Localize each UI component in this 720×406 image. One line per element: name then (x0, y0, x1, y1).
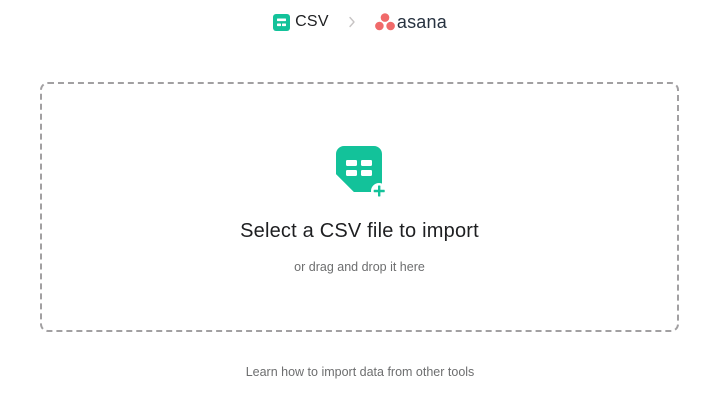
asana-target: asana (374, 11, 447, 33)
csv-dropzone[interactable]: Select a CSV file to import or drag and … (40, 82, 679, 332)
learn-import-link[interactable]: Learn how to import data from other tool… (0, 365, 720, 379)
csv-source: CSV (273, 13, 329, 31)
csv-label: CSV (295, 13, 329, 30)
dropzone-subtitle: or drag and drop it here (294, 260, 425, 274)
csv-file-add-icon (336, 146, 387, 199)
asana-logo-icon (374, 13, 395, 31)
csv-file-icon (273, 13, 291, 31)
chevron-right-icon (349, 16, 355, 28)
dropzone-title: Select a CSV file to import (240, 220, 479, 242)
asana-wordmark: asana (396, 11, 447, 32)
import-header: CSV asana (0, 10, 720, 34)
